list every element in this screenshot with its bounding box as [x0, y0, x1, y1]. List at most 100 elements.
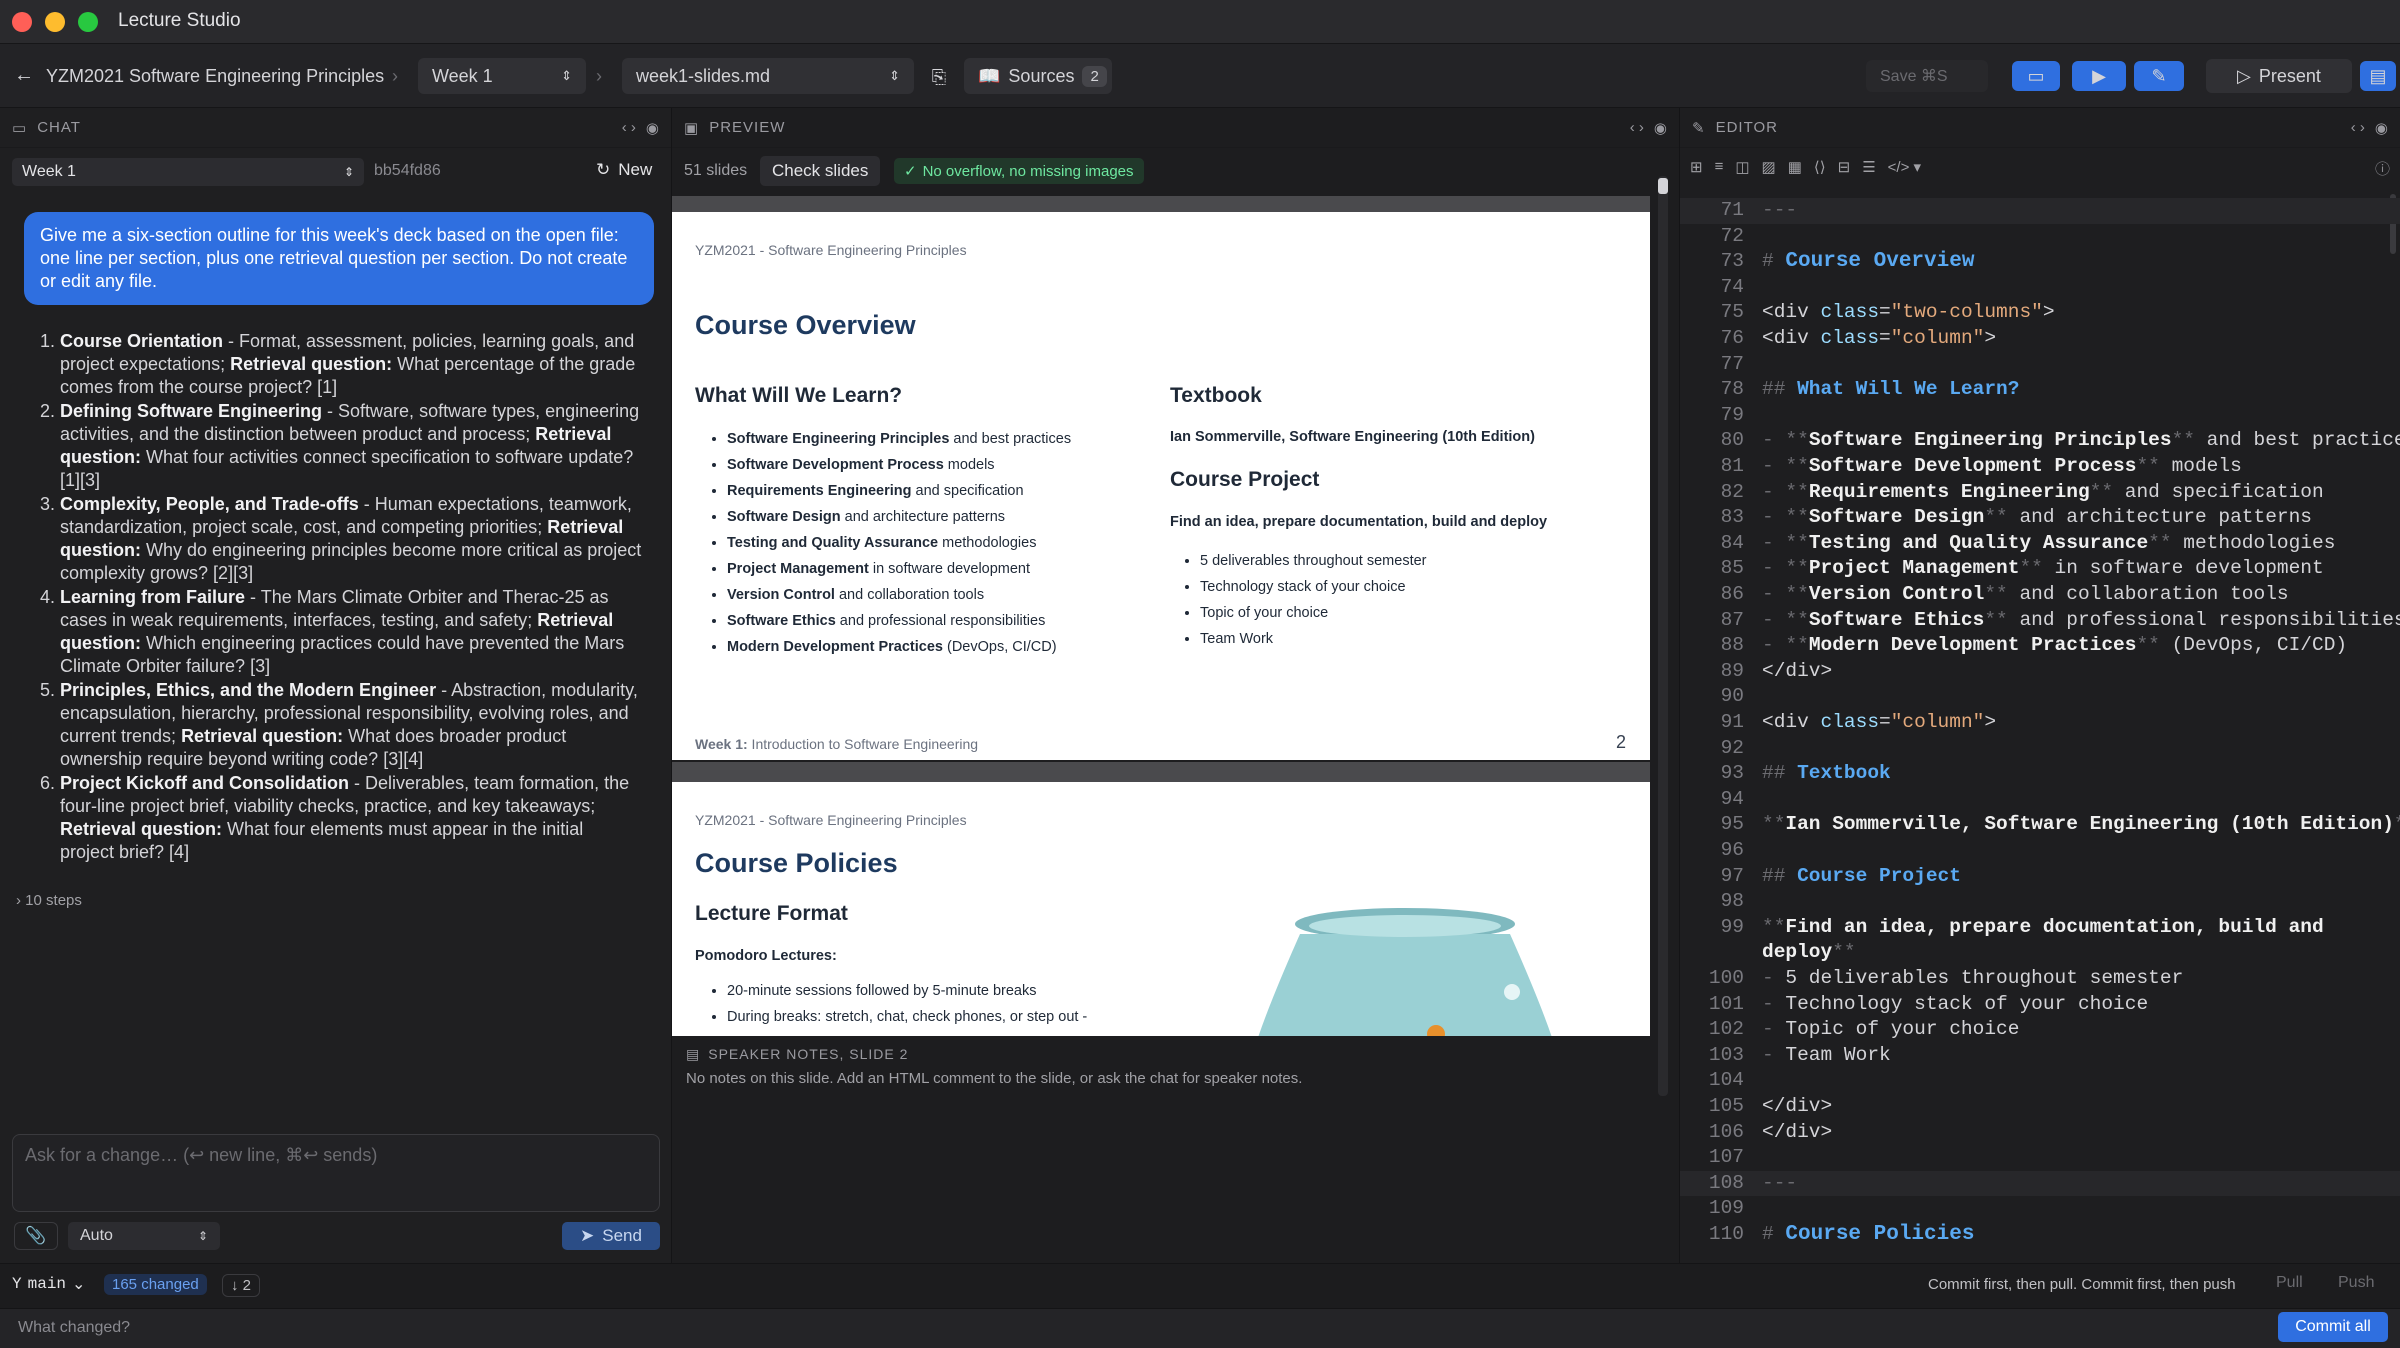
check-slides-button[interactable]: Check slides — [760, 156, 880, 186]
line-number: 102 — [1688, 1017, 1744, 1043]
minimize-window-button[interactable] — [45, 12, 65, 32]
week-select[interactable]: Week 1⇕ — [418, 58, 586, 94]
code-line[interactable]: - 5 deliverables throughout semester — [1762, 966, 2183, 992]
code-editor[interactable]: 71---7273# Course Overview7475<div class… — [1680, 196, 2400, 1263]
code-line[interactable]: --- — [1762, 198, 1797, 224]
learn-item-text: methodologies — [938, 535, 1036, 551]
slide-title: Course Policies — [695, 848, 898, 879]
hide-eye-icon[interactable]: ◉ — [646, 119, 659, 137]
commit-placeholder: What changed? — [18, 1319, 130, 1337]
chat-input[interactable]: Ask for a change… (↩ new line, ⌘↩ sends) — [12, 1134, 660, 1212]
line-number: 86 — [1688, 582, 1744, 608]
toggle-chat-panel-button[interactable]: ▭ — [2012, 61, 2060, 91]
list-icon[interactable]: ☰ — [1862, 158, 1875, 176]
chat-week-select[interactable]: Week 1⇕ — [12, 158, 364, 186]
code-line[interactable]: # Course Overview — [1762, 249, 1974, 275]
code-line[interactable]: - **Modern Development Practices** (DevO… — [1762, 633, 2347, 659]
changed-count-badge[interactable]: 165 changed — [104, 1274, 207, 1295]
slide-preview-3[interactable]: YZM2021 - Software Engineering Principle… — [672, 762, 1650, 1036]
line-number: 99 — [1688, 915, 1744, 941]
align-icon[interactable]: ≡ — [1715, 158, 1724, 176]
grid-icon[interactable]: ⊟ — [1838, 158, 1851, 176]
code-line[interactable]: </div> — [1762, 1094, 1832, 1120]
send-button[interactable]: ➤Send — [562, 1222, 660, 1250]
line-number: 75 — [1688, 300, 1744, 326]
code-line[interactable]: - **Software Ethics** and professional r… — [1762, 608, 2400, 634]
present-button[interactable]: ▷Present — [2206, 59, 2352, 93]
columns-icon[interactable]: ◫ — [1735, 158, 1749, 176]
code-line[interactable]: </div> — [1762, 659, 1832, 685]
table-icon[interactable]: ▦ — [1788, 158, 1802, 176]
line-number: 92 — [1688, 736, 1744, 762]
collapse-arrows-icon[interactable]: ‹ › — [622, 119, 636, 136]
slide-preview-2[interactable]: YZM2021 - Software Engineering Principle… — [672, 196, 1650, 760]
image-icon[interactable]: ▨ — [1762, 158, 1776, 176]
collapse-arrows-icon[interactable]: ‹ › — [2351, 119, 2365, 136]
preview-icon: ▣ — [684, 119, 699, 137]
breadcrumb-course[interactable]: YZM2021 Software Engineering Principles — [46, 64, 384, 88]
code-line[interactable]: - **Software Engineering Principles** an… — [1762, 428, 2400, 454]
code-line[interactable]: <div class="column"> — [1762, 326, 1996, 352]
save-button[interactable]: Save ⌘S — [1866, 60, 1988, 92]
code-line[interactable]: - **Requirements Engineering** and speci… — [1762, 480, 2324, 506]
code-line[interactable]: **Ian Sommerville, Software Engineering … — [1762, 812, 2400, 838]
pull-button[interactable]: Pull — [2276, 1274, 2303, 1292]
check-circle-icon: ✓ — [904, 162, 917, 180]
code-line[interactable]: ## What Will We Learn? — [1762, 377, 2019, 403]
code-line[interactable]: - Topic of your choice — [1762, 1017, 2019, 1043]
help-icon[interactable]: ⓘ — [2375, 158, 2390, 179]
code-line[interactable]: - **Project Management** in software dev… — [1762, 556, 2324, 582]
hide-eye-icon[interactable]: ◉ — [1654, 119, 1667, 137]
file-select[interactable]: week1-slides.md⇕ — [622, 58, 914, 94]
commit-message-input[interactable]: What changed? — [0, 1308, 2400, 1348]
mode-select[interactable]: Auto⇕ — [68, 1222, 220, 1250]
toggle-editor-panel-button[interactable]: ✎ — [2134, 61, 2184, 91]
code-line[interactable]: ## Textbook — [1762, 761, 1891, 787]
zoom-window-button[interactable] — [78, 12, 98, 32]
code-line[interactable]: deploy** — [1762, 940, 1856, 966]
html-tag-icon[interactable]: </> ▾ — [1888, 158, 1921, 176]
commit-all-button[interactable]: Commit all — [2278, 1312, 2388, 1342]
code-line[interactable]: <div class="column"> — [1762, 710, 1996, 736]
steps-toggle[interactable]: › 10 steps — [16, 892, 82, 909]
slide-footer: Week 1: Introduction to Software Enginee… — [695, 736, 978, 752]
sources-button[interactable]: 📖 Sources 2 — [964, 58, 1112, 94]
layout-toggle-button[interactable]: ▤ — [2360, 61, 2396, 91]
code-line[interactable]: # Course Policies — [1762, 1222, 1974, 1248]
attach-button[interactable]: 📎 — [14, 1222, 58, 1250]
code-line[interactable]: </div> — [1762, 1120, 1832, 1146]
code-line[interactable]: - Team Work — [1762, 1043, 1891, 1069]
learn-item-text: and architecture patterns — [841, 509, 1005, 525]
line-number: 88 — [1688, 633, 1744, 659]
file-action-icon[interactable]: ⎘ — [924, 62, 954, 92]
branch-select[interactable]: Ymain⌄ — [12, 1274, 85, 1294]
editor-header: ✎ EDITOR ‹ › ◉ — [1680, 108, 2400, 148]
code-line[interactable]: - **Testing and Quality Assurance** meth… — [1762, 531, 2335, 557]
code-line[interactable]: - **Software Design** and architecture p… — [1762, 505, 2312, 531]
learn-item-bold: Testing and Quality Assurance — [727, 535, 938, 551]
commit-hash: bb54fd86 — [374, 162, 441, 180]
preview-scrollbar[interactable] — [1658, 176, 1668, 1096]
hide-eye-icon[interactable]: ◉ — [2375, 119, 2388, 137]
code-line[interactable]: **Find an idea, prepare documentation, b… — [1762, 915, 2324, 941]
outline-item: Defining Software Engineering - Software… — [60, 400, 642, 492]
breadcrumb-separator-icon: › — [596, 64, 602, 88]
sources-label: Sources — [1008, 66, 1074, 87]
code-line[interactable]: ## Course Project — [1762, 864, 1961, 890]
line-number: 71 — [1688, 198, 1744, 224]
scroll-thumb[interactable] — [1658, 178, 1668, 194]
code-line[interactable]: --- — [1762, 1171, 1797, 1197]
push-button[interactable]: Push — [2338, 1274, 2374, 1292]
code-icon[interactable]: ⟨⟩ — [1814, 158, 1826, 176]
code-line[interactable]: - **Software Development Process** model… — [1762, 454, 2242, 480]
line-number: 81 — [1688, 454, 1744, 480]
back-arrow-icon[interactable]: ← — [12, 60, 36, 90]
close-window-button[interactable] — [12, 12, 32, 32]
toggle-preview-panel-button[interactable]: ▶ — [2072, 61, 2126, 91]
new-chat-button[interactable]: ↻New — [596, 160, 652, 180]
insert-slide-icon[interactable]: ⊞ — [1690, 158, 1703, 176]
collapse-arrows-icon[interactable]: ‹ › — [1630, 119, 1644, 136]
code-line[interactable]: - **Version Control** and collaboration … — [1762, 582, 2289, 608]
code-line[interactable]: <div class="two-columns"> — [1762, 300, 2055, 326]
code-line[interactable]: - Technology stack of your choice — [1762, 992, 2148, 1018]
